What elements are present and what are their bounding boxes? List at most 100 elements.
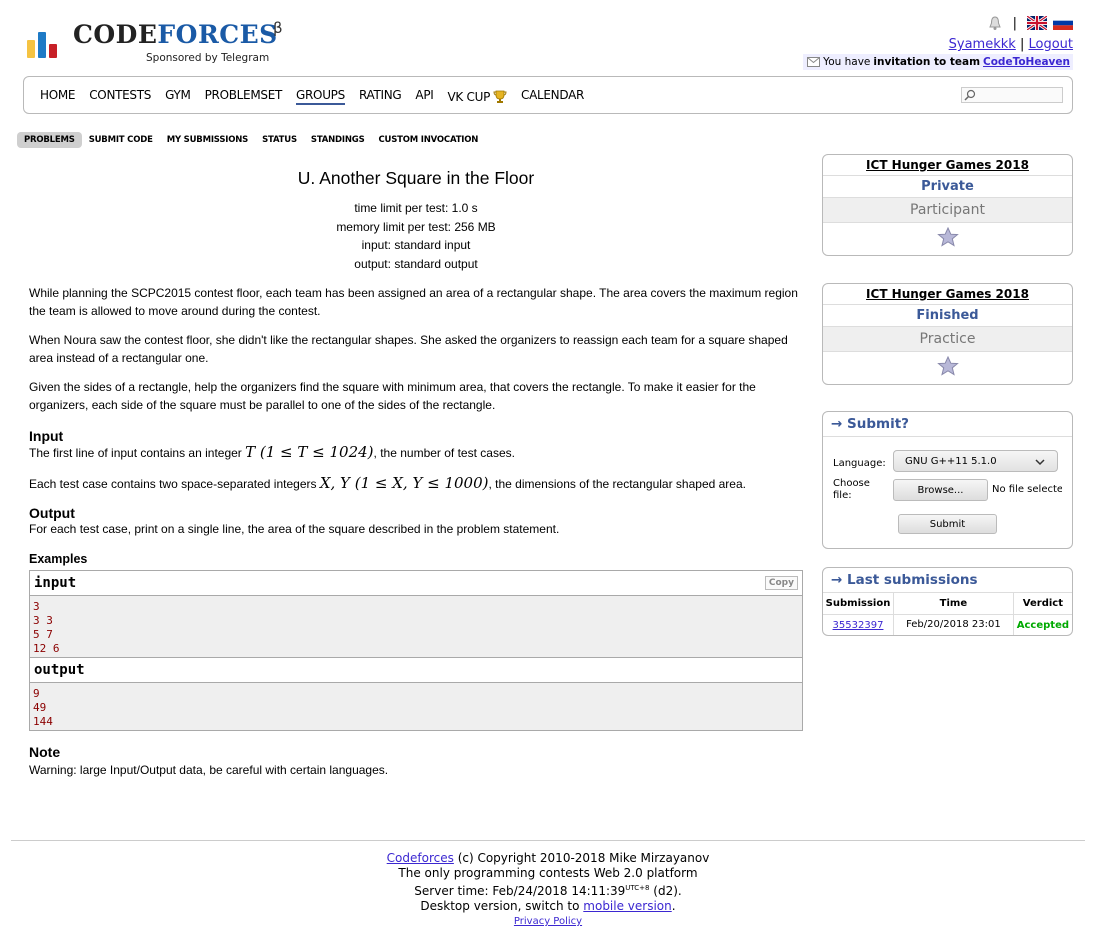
logout-link[interactable]: Logout <box>1028 37 1073 52</box>
footer-desktop: Desktop version, switch to mobile versio… <box>420 899 676 913</box>
math-xy-bound: X, Y (1 ≤ X, Y ≤ 1000) <box>319 473 489 492</box>
browse-button[interactable]: Browse... <box>893 479 988 501</box>
menu-api[interactable]: API <box>415 88 433 105</box>
sample-input-title: input Copy <box>30 570 802 596</box>
main-menu: HOME CONTESTS GYM PROBLEMSET GROUPS RATI… <box>23 76 1073 114</box>
contest-role: Participant <box>823 198 1072 223</box>
footer-site-link[interactable]: Codeforces <box>387 851 454 865</box>
last-submissions-table: Submission Time Verdict 35532397 Feb/20/… <box>823 593 1072 635</box>
language-flags: | <box>987 14 1073 32</box>
output-heading: Output <box>29 505 75 521</box>
input-file: input: standard input <box>361 238 471 252</box>
menu-gym[interactable]: GYM <box>165 88 191 105</box>
chevron-down-icon <box>1035 459 1045 466</box>
output-spec: For each test case, print on a single li… <box>29 522 560 536</box>
tab-submit-code[interactable]: SUBMIT CODE <box>82 132 160 148</box>
language-select[interactable]: GNU G++11 5.1.0 <box>893 450 1058 472</box>
file-label: Choose file: <box>833 478 870 501</box>
output-file: output: standard output <box>354 256 478 271</box>
time-limit: time limit per test: 1.0 s <box>354 201 478 215</box>
bell-icon[interactable] <box>987 15 1003 31</box>
username-link[interactable]: Syamekkk <box>949 37 1016 52</box>
math-t-bound: T (1 ≤ T ≤ 1024) <box>245 443 374 461</box>
input-spec-1: The first line of input contains an inte… <box>29 443 515 461</box>
trophy-icon <box>493 90 507 103</box>
sponsor-text: Sponsored by Telegram <box>146 52 270 64</box>
privacy-policy-link[interactable]: Privacy Policy <box>514 916 582 927</box>
submit-button[interactable]: Submit <box>898 514 997 534</box>
note-text: Warning: large Input/Output data, be car… <box>29 762 389 777</box>
sample-input-content: 3 3 3 5 7 12 6 <box>33 599 60 655</box>
search-icon <box>964 89 976 101</box>
legend-paragraph-2: When Noura saw the contest floor, she di… <box>29 333 788 365</box>
submission-id-link[interactable]: 35532397 <box>833 620 884 631</box>
star-icon[interactable] <box>936 226 959 247</box>
logo-bar-red <box>49 44 57 58</box>
menu-groups[interactable]: GROUPS <box>296 88 345 105</box>
col-time: Time <box>893 593 1014 615</box>
tab-problems[interactable]: PROBLEMS <box>17 132 82 148</box>
examples-heading: Examples <box>29 551 88 566</box>
user-links: Syamekkk | Logout <box>949 37 1073 52</box>
favourite-star[interactable] <box>823 352 1072 384</box>
table-row: 35532397 Feb/20/2018 23:01 Accepted <box>823 614 1072 635</box>
submit-box: → Submit? Language: GNU G++11 5.1.0 Choo… <box>822 411 1073 549</box>
separator: | <box>1019 37 1025 52</box>
invite-bold: invitation to team <box>873 56 981 68</box>
contest-role: Practice <box>823 327 1072 352</box>
favourite-star[interactable] <box>823 223 1072 255</box>
sample-input: input Copy 3 3 3 5 7 12 6 <box>29 569 803 658</box>
menu-calendar[interactable]: CALENDAR <box>521 88 584 105</box>
footer-server-time: Server time: Feb/24/2018 14:11:39UTC+8 (… <box>414 884 682 898</box>
menu-rating[interactable]: RATING <box>359 88 402 105</box>
contest-box-1: ICT Hunger Games 2018 Private Participan… <box>822 154 1073 256</box>
russia-flag-icon[interactable] <box>1053 16 1073 30</box>
contest-state: Finished <box>823 305 1072 327</box>
note-heading: Note <box>29 743 61 760</box>
tab-status[interactable]: STATUS <box>255 132 304 148</box>
sample-output-content: 9 49 144 <box>33 686 53 728</box>
menu-contests[interactable]: CONTESTS <box>89 88 151 105</box>
contest-name[interactable]: ICT Hunger Games 2018 <box>823 155 1072 176</box>
contest-submenu: PROBLEMS SUBMIT CODE MY SUBMISSIONS STAT… <box>17 132 485 148</box>
tab-standings[interactable]: STANDINGS <box>304 132 372 148</box>
problem-statement: U. Another Square in the Floor time limi… <box>29 168 803 779</box>
tab-my-submissions[interactable]: MY SUBMISSIONS <box>160 132 255 148</box>
invite-prefix: You have <box>823 56 871 68</box>
mobile-version-link[interactable]: mobile version <box>583 899 671 913</box>
menu-home[interactable]: HOME <box>40 88 76 105</box>
submission-time: Feb/20/2018 23:01 <box>893 614 1014 635</box>
footer-platform: The only programming contests Web 2.0 pl… <box>398 866 698 880</box>
memory-limit: memory limit per test: 256 MB <box>336 219 496 234</box>
codeforces-logo[interactable]: CODEFORCES β Sponsored by Telegram <box>27 19 287 66</box>
team-invitation: You have invitation to team CodeToHeaven <box>803 54 1073 70</box>
submission-verdict: Accepted <box>1016 619 1070 631</box>
invite-team-link[interactable]: CodeToHeaven <box>983 56 1070 68</box>
legend-paragraph-3: Given the sides of a rectangle, help the… <box>29 380 756 412</box>
sample-output: output 9 49 144 <box>29 657 803 731</box>
envelope-icon <box>807 57 821 67</box>
contest-state: Private <box>823 176 1072 198</box>
contest-name[interactable]: ICT Hunger Games 2018 <box>823 284 1072 305</box>
input-heading: Input <box>29 428 64 444</box>
tab-custom-invocation[interactable]: CUSTOM INVOCATION <box>372 132 486 148</box>
uk-flag-icon[interactable] <box>1027 16 1047 30</box>
legend-paragraph-1: While planning the SCPC2015 contest floo… <box>29 286 798 318</box>
search-input[interactable] <box>961 87 1063 103</box>
problem-title: U. Another Square in the Floor <box>297 168 535 188</box>
footer-copyright: (c) Copyright 2010-2018 Mike Mirzayanov <box>453 851 710 865</box>
logo-bar-blue <box>38 32 46 58</box>
star-icon[interactable] <box>936 355 959 376</box>
last-submissions-caption: → Last submissions <box>823 568 1072 593</box>
sample-output-title: output <box>30 657 802 683</box>
no-file-text: No file selected. <box>992 484 1062 495</box>
col-verdict: Verdict <box>1013 593 1072 615</box>
menu-problemset[interactable]: PROBLEMSET <box>205 88 283 105</box>
submit-caption: → Submit? <box>823 412 1072 437</box>
contest-box-2: ICT Hunger Games 2018 Finished Practice <box>822 283 1073 385</box>
copy-button[interactable]: Copy <box>764 575 798 590</box>
footer-divider <box>11 840 1085 841</box>
menu-vkcup-label: VK CUP <box>447 89 491 104</box>
menu-vkcup[interactable]: VK CUP <box>448 88 508 105</box>
footer: Codeforces (c) Copyright 2010-2018 Mike … <box>0 851 1096 929</box>
